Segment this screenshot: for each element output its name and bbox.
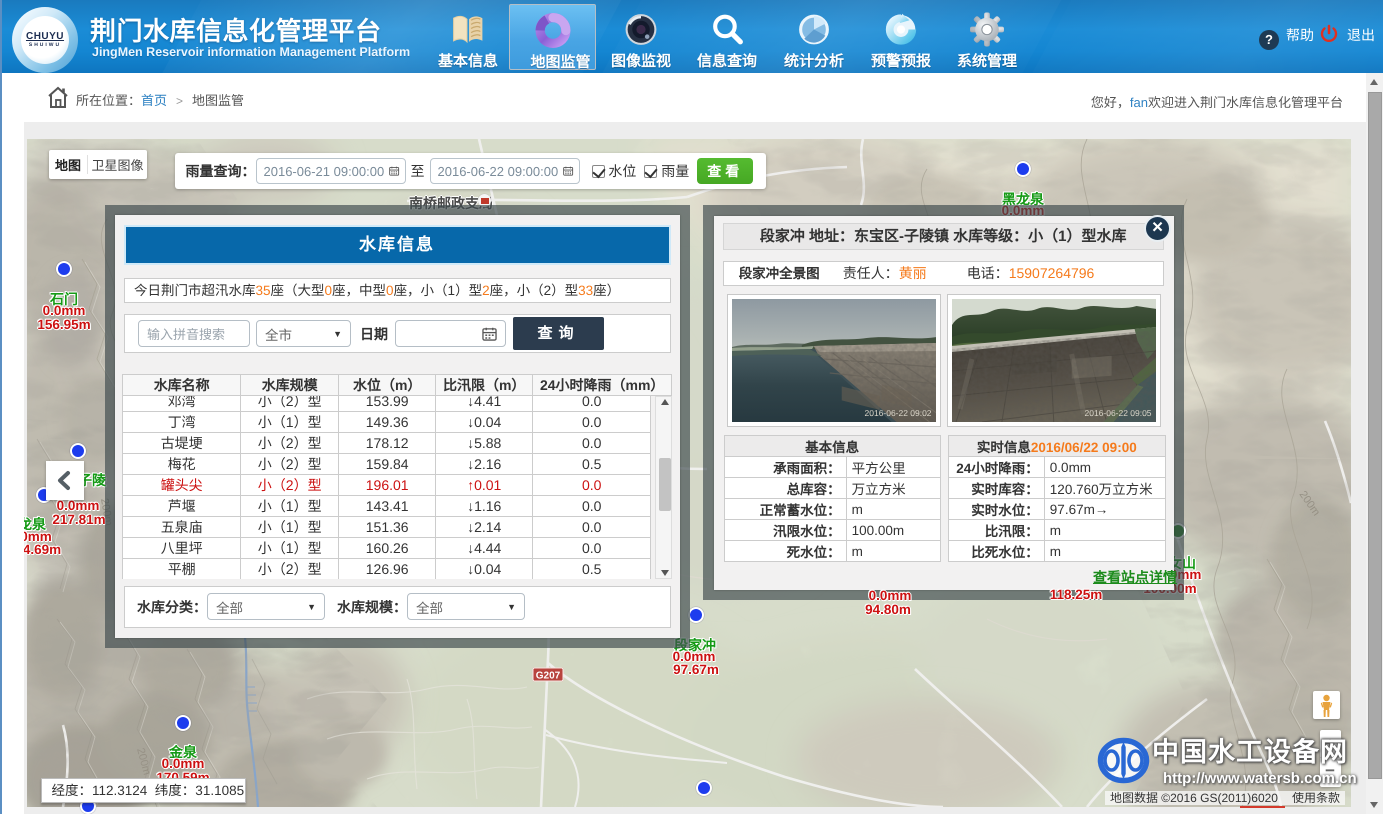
svg-text:2016-06-22 09:05: 2016-06-22 09:05 (1084, 408, 1151, 418)
svg-text:G207: G207 (536, 671, 561, 682)
svg-text:2016-06-22 09:02: 2016-06-22 09:02 (864, 408, 931, 418)
